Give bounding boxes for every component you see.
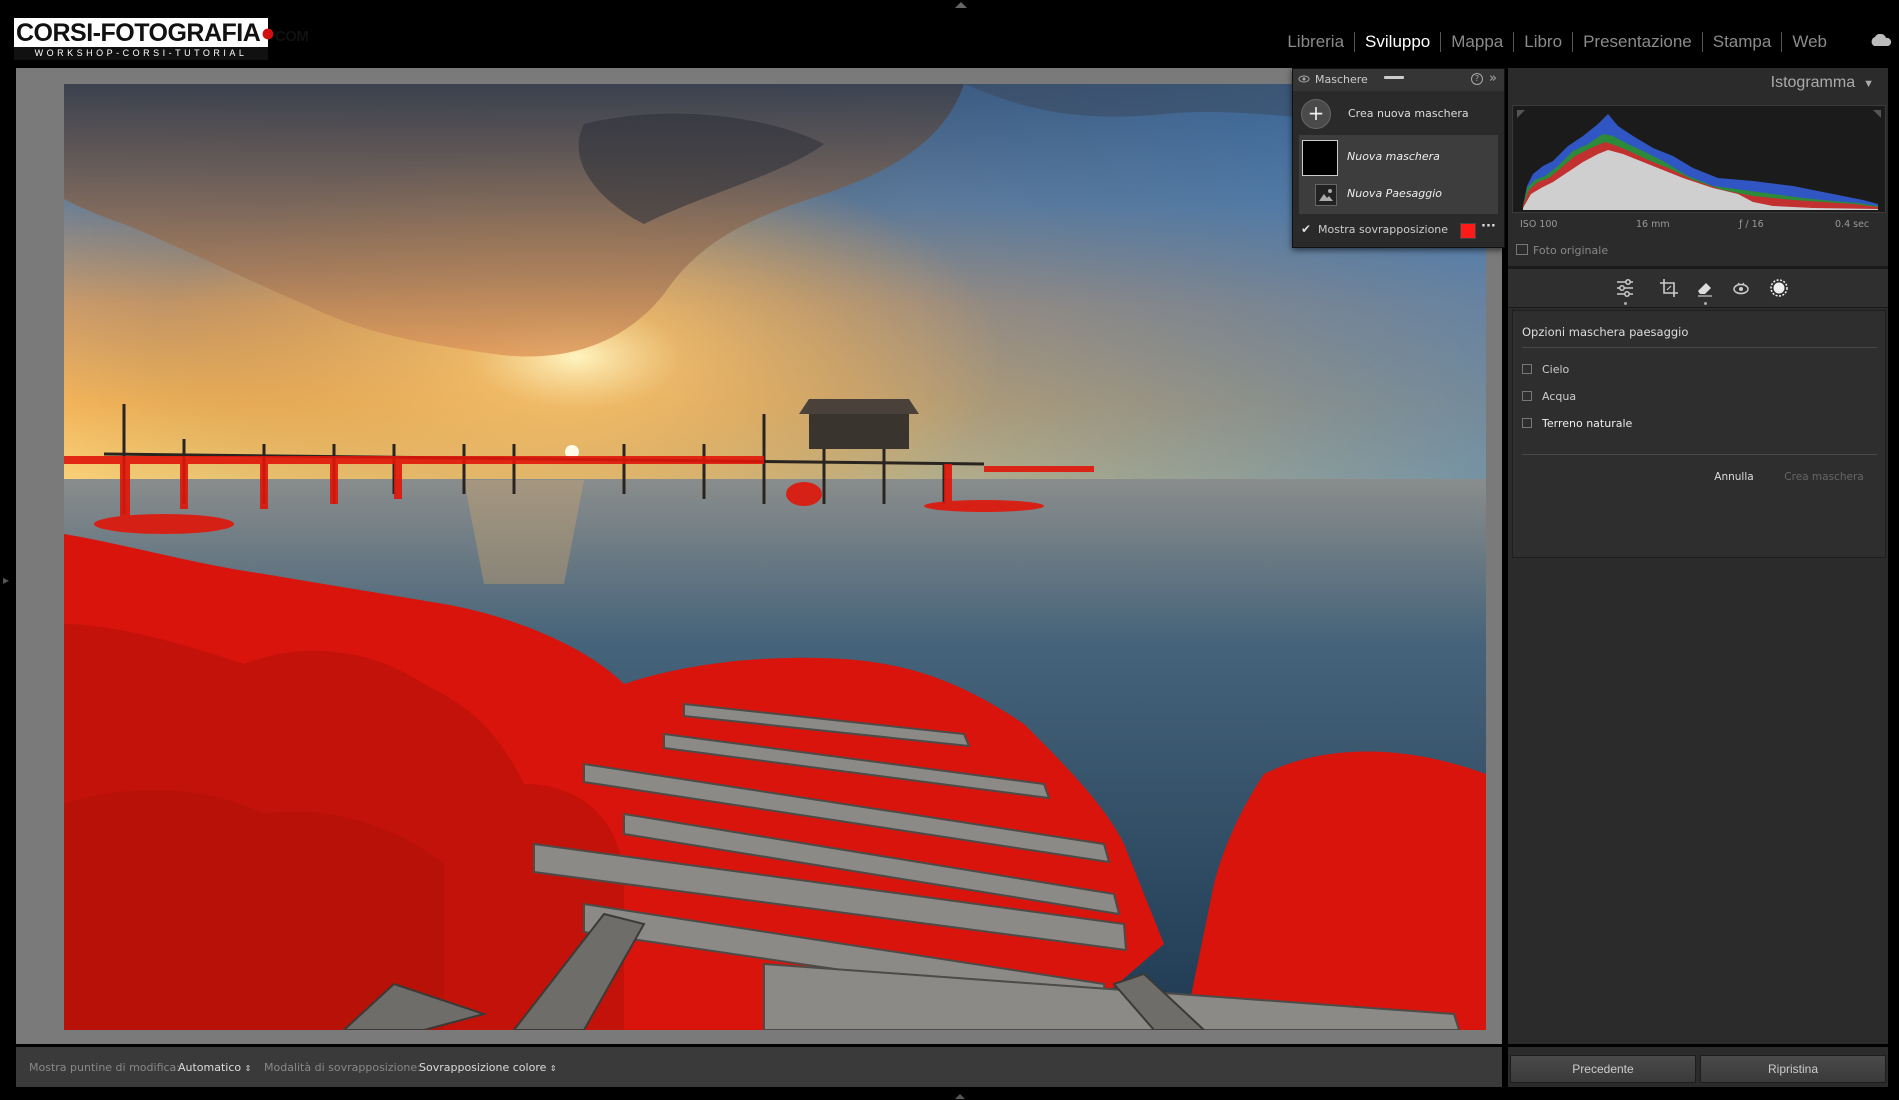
show-overlay-checkbox[interactable]: ✔	[1301, 222, 1311, 236]
module-libro[interactable]: Libro	[1514, 32, 1572, 52]
logo-text: CORSI-FOTOGRAFIA●COM	[16, 19, 309, 47]
overlay-color-swatch[interactable]	[1460, 223, 1476, 239]
mask-thumbnail	[1302, 140, 1338, 176]
landscape-options-title: Opzioni maschera paesaggio	[1522, 325, 1689, 339]
original-photo-checkbox[interactable]	[1516, 244, 1528, 255]
option-terreno-naturale[interactable]: Terreno naturale	[1522, 417, 1632, 430]
histogram-header[interactable]: Istogramma ▼	[1771, 74, 1874, 92]
mask-icon[interactable]	[1768, 277, 1790, 299]
original-photo-toggle[interactable]: Foto originale	[1516, 244, 1608, 257]
plus-icon: +	[1301, 99, 1331, 129]
module-sviluppo[interactable]: Sviluppo	[1355, 32, 1440, 52]
overlay-mode-select[interactable]: Sovrapposizione colore ⇕	[419, 1061, 557, 1074]
minimize-bar-icon[interactable]	[1384, 76, 1404, 79]
bottom-toolbar: Mostra puntine di modifica: Automatico ⇕…	[16, 1047, 1502, 1087]
cloud-icon[interactable]	[1869, 34, 1893, 46]
focal-length-value: 16 mm	[1636, 219, 1670, 230]
histogram[interactable]	[1512, 105, 1886, 213]
mask-list: Nuova maschera Nuova Paesaggio	[1299, 135, 1498, 214]
aperture-value: ƒ / 16	[1739, 219, 1764, 230]
mask-component-label: Nuova Paesaggio	[1347, 187, 1443, 200]
landscape-icon	[1315, 184, 1337, 206]
photo-image[interactable]	[64, 84, 1486, 1030]
stepper-icon: ⇕	[244, 1064, 252, 1073]
divider	[1522, 347, 1877, 348]
eraser-icon[interactable]	[1694, 277, 1716, 299]
logo-tagline: WORKSHOP-CORSI-TUTORIAL	[14, 47, 268, 60]
module-libreria[interactable]: Libreria	[1277, 32, 1354, 52]
red-eye-icon[interactable]	[1730, 277, 1752, 299]
option-acqua[interactable]: Acqua	[1522, 390, 1576, 403]
divider	[1522, 454, 1877, 455]
histogram-title: Istogramma	[1770, 74, 1856, 91]
highlight-clipping-icon	[1873, 110, 1881, 118]
help-icon[interactable]: ?	[1471, 73, 1483, 85]
stepper-icon: ⇕	[549, 1064, 557, 1073]
top-panel-toggle-icon[interactable]	[955, 2, 967, 8]
show-overlay-row: ✔ Mostra sovrapposizione ···	[1301, 219, 1500, 241]
mask-component-item[interactable]: Nuova Paesaggio	[1299, 178, 1498, 212]
shadow-clipping-icon	[1517, 110, 1525, 118]
sliders-icon[interactable]	[1614, 277, 1636, 299]
collapse-triangle-icon[interactable]: ▼	[1863, 78, 1874, 90]
reset-button[interactable]: Ripristina	[1700, 1055, 1886, 1083]
module-web[interactable]: Web	[1782, 32, 1837, 52]
show-overlay-label: Mostra sovrapposizione	[1318, 223, 1449, 236]
mask-item-label: Nuova maschera	[1347, 150, 1440, 163]
option-cielo[interactable]: Cielo	[1522, 363, 1569, 376]
terreno-naturale-label: Terreno naturale	[1542, 417, 1633, 430]
masks-panel: Maschere ? » + Crea nuova maschera Nuova…	[1292, 68, 1505, 248]
bottom-panel-toggle-icon[interactable]	[955, 1094, 965, 1099]
cancel-button[interactable]: Annulla	[1706, 468, 1762, 486]
more-options-icon[interactable]: ···	[1481, 219, 1496, 234]
eye-icon[interactable]	[1298, 74, 1310, 84]
shutter-speed-value: 0.4 sec	[1835, 219, 1870, 230]
right-panel: Istogramma ▼ ISO 100 16 mm ƒ / 16 0.4 sec…	[1508, 68, 1888, 1044]
show-pins-label: Mostra puntine di modifica:	[29, 1061, 180, 1074]
create-mask-button[interactable]: Crea maschera	[1778, 468, 1870, 486]
landscape-mask-options: Opzioni maschera paesaggio Cielo Acqua T…	[1512, 310, 1886, 558]
tool-strip	[1508, 269, 1888, 308]
exif-info: ISO 100 16 mm ƒ / 16 0.4 sec	[1520, 219, 1876, 233]
bottom-buttons: Precedente Ripristina	[1508, 1047, 1888, 1087]
left-panel-toggle-icon[interactable]: ▸	[3, 573, 9, 587]
collapse-icon[interactable]: »	[1489, 71, 1497, 86]
masks-panel-title: Maschere	[1315, 73, 1368, 86]
terreno-naturale-checkbox[interactable]	[1522, 418, 1532, 428]
acqua-label: Acqua	[1542, 390, 1577, 403]
iso-value: ISO 100	[1520, 219, 1558, 230]
create-new-mask-button[interactable]: + Crea nuova maschera	[1301, 99, 1471, 129]
cielo-checkbox[interactable]	[1522, 364, 1532, 374]
crop-icon[interactable]	[1658, 277, 1680, 299]
module-stampa[interactable]: Stampa	[1703, 32, 1782, 52]
masks-panel-header: Maschere ? »	[1293, 69, 1504, 91]
cielo-label: Cielo	[1542, 363, 1570, 376]
top-bar: CORSI-FOTOGRAFIA●COM WORKSHOP-CORSI-TUTO…	[0, 0, 1899, 66]
module-presentazione[interactable]: Presentazione	[1573, 32, 1702, 52]
photo-canvas[interactable]	[16, 68, 1502, 1044]
mask-item[interactable]: Nuova maschera	[1299, 138, 1498, 176]
active-tool-indicator	[1624, 302, 1627, 305]
previous-button[interactable]: Precedente	[1510, 1055, 1696, 1083]
tool-indicator-dot	[1704, 302, 1707, 305]
module-picker: Libreria Sviluppo Mappa Libro Presentazi…	[1277, 32, 1837, 52]
module-mappa[interactable]: Mappa	[1441, 32, 1513, 52]
acqua-checkbox[interactable]	[1522, 391, 1532, 401]
overlay-mode-label: Modalità di sovrapposizione:	[264, 1061, 421, 1074]
create-new-mask-label: Crea nuova maschera	[1348, 107, 1469, 120]
logo: CORSI-FOTOGRAFIA●COM WORKSHOP-CORSI-TUTO…	[14, 18, 309, 60]
original-photo-label: Foto originale	[1533, 244, 1609, 257]
show-pins-select[interactable]: Automatico ⇕	[178, 1061, 251, 1074]
